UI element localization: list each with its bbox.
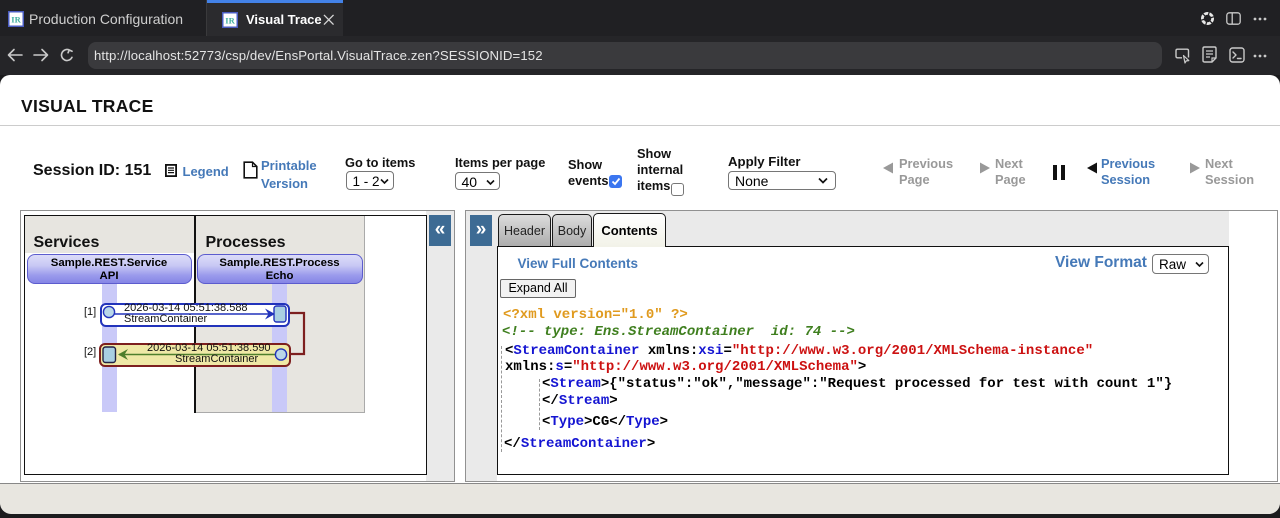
svg-text:IR: IR: [11, 14, 21, 24]
svg-text:IR: IR: [225, 15, 235, 25]
